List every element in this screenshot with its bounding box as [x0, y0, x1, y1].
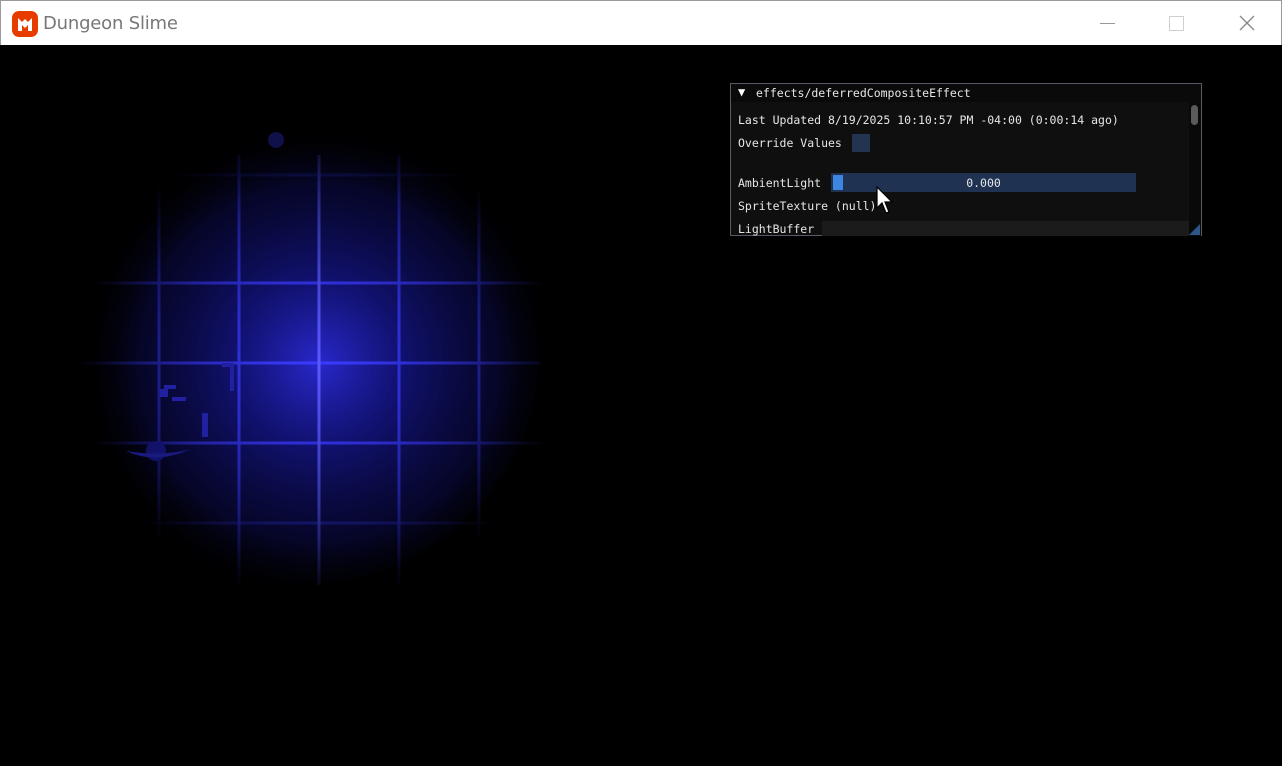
sprite-texture-label: SpriteTexture (null)	[738, 199, 877, 213]
mouse-cursor-icon	[876, 186, 894, 214]
last-updated-text: Last Updated 8/19/2025 10:10:57 PM -04:0…	[738, 113, 1119, 127]
maximize-button[interactable]	[1142, 1, 1212, 45]
light-glow	[61, 105, 541, 585]
monogame-logo-icon	[12, 11, 38, 37]
minimize-button[interactable]	[1072, 1, 1142, 45]
resize-grip-icon[interactable]	[1188, 223, 1201, 236]
collapse-arrow-icon[interactable]: ▼	[738, 85, 745, 99]
effect-inspector-panel[interactable]: ▼ effects/deferredCompositeEffect Last U…	[730, 83, 1202, 236]
scrollbar-thumb[interactable]	[1191, 105, 1198, 125]
panel-title: effects/deferredCompositeEffect	[756, 86, 971, 100]
override-values-checkbox[interactable]	[852, 134, 870, 152]
panel-header[interactable]: ▼ effects/deferredCompositeEffect	[731, 84, 1201, 102]
close-icon	[1239, 15, 1255, 31]
close-button[interactable]	[1212, 1, 1282, 45]
minimize-icon	[1100, 23, 1115, 24]
light-buffer-field[interactable]	[822, 221, 1189, 236]
ambient-light-label: AmbientLight	[738, 176, 822, 190]
panel-body: Last Updated 8/19/2025 10:10:57 PM -04:0…	[731, 102, 1189, 236]
override-values-label: Override Values	[738, 136, 842, 150]
light-buffer-label: LightBuffer	[738, 222, 815, 236]
panel-scrollbar[interactable]	[1189, 102, 1201, 236]
maximize-icon	[1169, 16, 1184, 31]
window-titlebar[interactable]: Dungeon Slime	[0, 0, 1282, 45]
window-title: Dungeon Slime	[43, 13, 178, 34]
